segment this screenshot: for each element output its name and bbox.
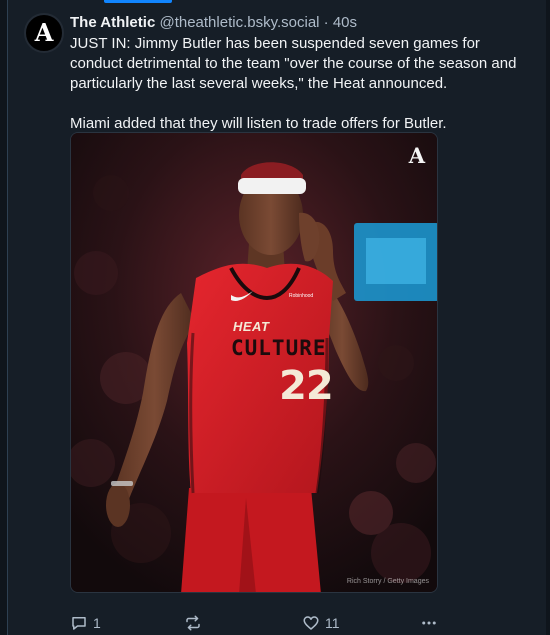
repost-button[interactable] <box>184 613 207 633</box>
post-content: The Athletic @theathletic.bsky.social · … <box>70 13 530 631</box>
ellipsis-icon <box>419 614 439 632</box>
jersey-number-text: 22 <box>279 363 334 409</box>
repost-icon <box>184 614 202 632</box>
photo-credit: Rich Storry / Getty Images <box>346 578 429 585</box>
reply-count: 1 <box>93 615 101 631</box>
post-actions: 1 11 <box>70 613 540 635</box>
athletic-watermark: A <box>408 143 425 168</box>
avatar[interactable]: A <box>24 13 64 53</box>
post-paragraph-1: JUST IN: Jimmy Butler has been suspended… <box>70 35 517 92</box>
reply-icon <box>70 614 88 632</box>
more-options-button[interactable] <box>419 613 439 633</box>
heart-icon <box>302 614 320 632</box>
author-handle[interactable]: @theathletic.bsky.social <box>159 14 319 31</box>
player-photo <box>71 133 437 592</box>
post-timestamp[interactable]: 40s <box>333 14 357 31</box>
jersey-team-text: CULTURE <box>231 336 327 360</box>
left-border <box>0 0 8 635</box>
right-border <box>546 0 550 635</box>
separator-dot: · <box>323 14 329 31</box>
jersey-sponsor-text: Robinhood <box>289 293 314 299</box>
jersey-brand-text: HEAT <box>233 319 270 334</box>
app-frame: A The Athletic @theathletic.bsky.social … <box>0 0 550 635</box>
post-card[interactable]: A The Athletic @theathletic.bsky.social … <box>8 0 546 635</box>
post-image[interactable]: Robinhood HEAT CULTURE 22 A Rich Storry … <box>70 132 438 593</box>
like-button[interactable]: 11 <box>302 613 340 633</box>
reply-button[interactable]: 1 <box>70 613 101 633</box>
avatar-logo: A <box>34 18 54 47</box>
post-header: The Athletic @theathletic.bsky.social · … <box>70 13 530 33</box>
author-display-name[interactable]: The Athletic <box>70 14 155 31</box>
like-count: 11 <box>325 615 340 631</box>
post-text: JUST IN: Jimmy Butler has been suspended… <box>70 34 530 134</box>
post-paragraph-2: Miami added that they will listen to tra… <box>70 115 447 132</box>
